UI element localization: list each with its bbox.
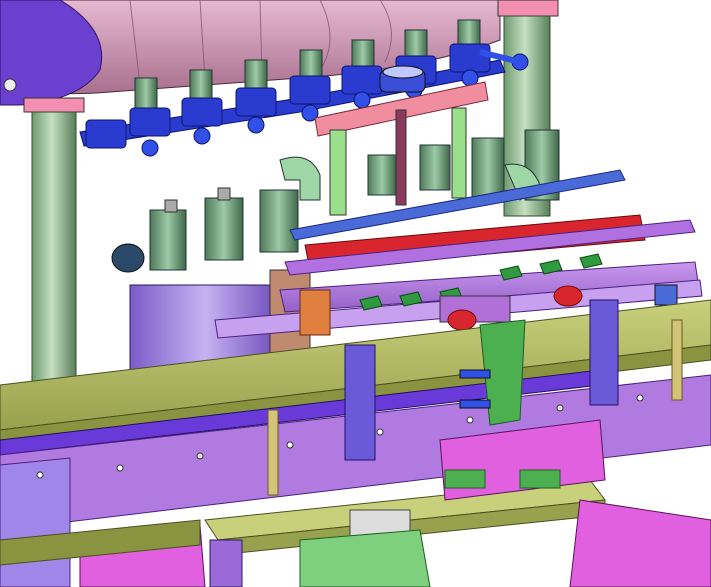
tank-bolt xyxy=(3,78,17,92)
nozzle-carrier xyxy=(314,65,489,216)
machine-scene xyxy=(0,0,711,587)
